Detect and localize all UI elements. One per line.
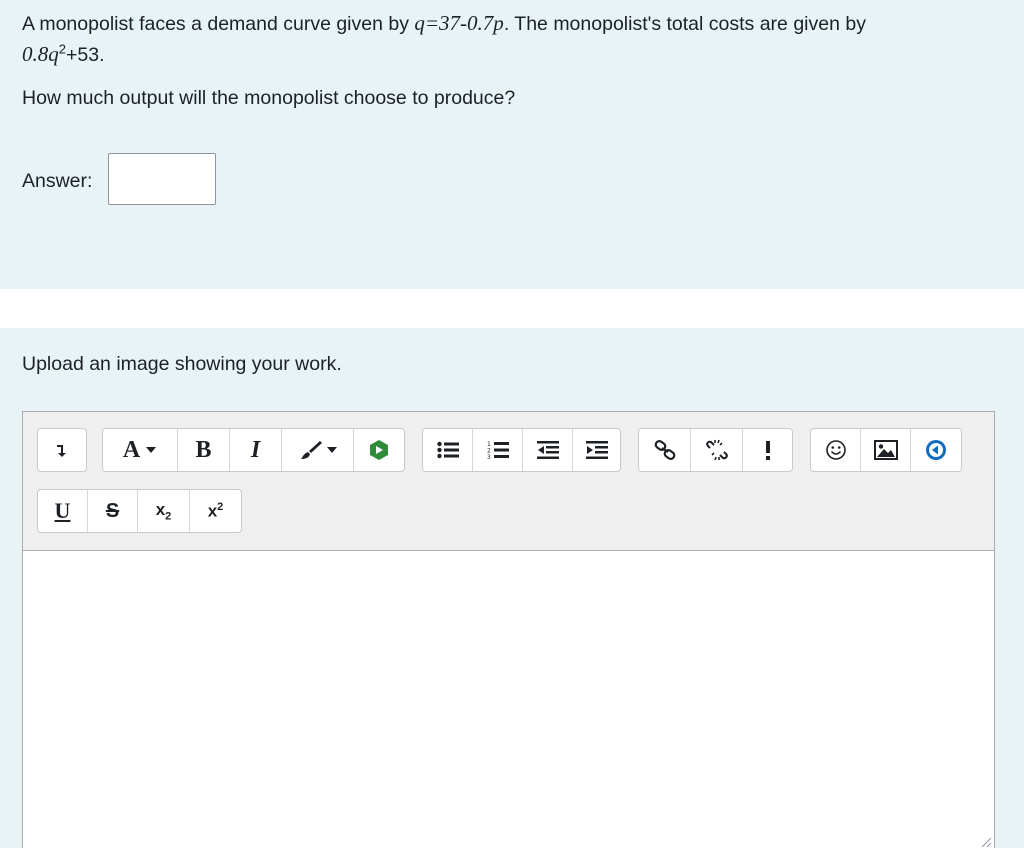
superscript-icon-base: x bbox=[207, 501, 218, 521]
toolbar-group-links bbox=[638, 428, 793, 472]
cost-equation-exponent: 2 bbox=[58, 41, 66, 57]
question-text-part: . bbox=[99, 44, 105, 66]
collapse-toggle-icon bbox=[55, 442, 69, 458]
record-audio-icon bbox=[924, 438, 948, 462]
superscript-button[interactable]: x2 bbox=[190, 490, 241, 532]
upload-prompt: Upload an image showing your work. bbox=[22, 353, 342, 375]
question-block: A monopolist faces a demand curve given … bbox=[0, 0, 1024, 289]
toolbar-group-style: A B I bbox=[102, 428, 405, 472]
bold-button[interactable]: B bbox=[178, 429, 230, 471]
chevron-down-icon bbox=[146, 447, 157, 453]
demand-equation: q=37-0.7p bbox=[414, 11, 504, 35]
ordered-list-icon: 123 bbox=[487, 440, 509, 460]
unordered-list-icon bbox=[436, 441, 459, 459]
unlink-button[interactable] bbox=[691, 429, 743, 471]
outdent-icon bbox=[536, 441, 559, 459]
toolbar-group-lists: 123 bbox=[422, 428, 621, 472]
subscript-icon-index: 2 bbox=[165, 510, 172, 523]
toolbar-group-collapse bbox=[37, 428, 87, 472]
unlink-icon bbox=[705, 439, 729, 461]
answer-label: Answer: bbox=[22, 170, 93, 192]
media-icon bbox=[368, 439, 390, 461]
exclamation-icon bbox=[764, 440, 772, 460]
unordered-list-button[interactable] bbox=[423, 429, 473, 471]
media-button[interactable] bbox=[354, 429, 404, 471]
superscript-icon: x2 bbox=[208, 501, 224, 522]
question-text-part: . The monopolist's total costs are given… bbox=[503, 13, 866, 35]
bold-icon: B bbox=[195, 436, 212, 463]
underline-icon: U bbox=[54, 498, 71, 523]
underline-button[interactable]: U bbox=[38, 490, 88, 532]
collapse-toggle-button[interactable] bbox=[38, 429, 86, 471]
chevron-down-icon bbox=[326, 447, 337, 453]
italic-icon: I bbox=[250, 436, 261, 463]
outdent-button[interactable] bbox=[523, 429, 573, 471]
indent-button[interactable] bbox=[573, 429, 620, 471]
rich-text-editor: A B I 1 2 3 U S x2 x2 bbox=[22, 411, 995, 849]
toolbar-group-insert bbox=[810, 428, 962, 472]
font-color-button[interactable]: A bbox=[103, 429, 178, 471]
highlight-brush-icon bbox=[298, 439, 324, 461]
subscript-button[interactable]: x2 bbox=[138, 490, 190, 532]
strikethrough-icon: S bbox=[105, 499, 120, 522]
subscript-icon: x2 bbox=[156, 500, 172, 522]
emoji-button[interactable] bbox=[811, 429, 861, 471]
image-icon bbox=[873, 440, 898, 460]
subscript-icon-base: x bbox=[155, 499, 166, 519]
link-button[interactable] bbox=[639, 429, 691, 471]
toolbar-group-format: U S x2 x2 bbox=[37, 489, 242, 533]
font-color-icon: A bbox=[122, 436, 141, 463]
link-icon bbox=[654, 440, 676, 460]
italic-button[interactable]: I bbox=[230, 429, 282, 471]
question-text: A monopolist faces a demand curve given … bbox=[22, 8, 1002, 70]
resize-handle-icon[interactable] bbox=[980, 836, 992, 848]
superscript-icon-index: 2 bbox=[217, 500, 224, 513]
emoji-icon bbox=[825, 439, 847, 461]
ordered-list-button[interactable]: 123 bbox=[473, 429, 523, 471]
editor-content-area[interactable] bbox=[23, 551, 994, 849]
svg-text:3: 3 bbox=[487, 454, 491, 460]
highlight-button[interactable] bbox=[282, 429, 354, 471]
record-audio-button[interactable] bbox=[911, 429, 961, 471]
question-prompt: How much output will the monopolist choo… bbox=[22, 87, 516, 109]
indent-icon bbox=[585, 441, 608, 459]
image-button[interactable] bbox=[861, 429, 911, 471]
upload-block: Upload an image showing your work. A B I… bbox=[0, 328, 1024, 849]
strikethrough-button[interactable]: S bbox=[88, 490, 138, 532]
exclamation-button[interactable] bbox=[743, 429, 792, 471]
question-text-part: A monopolist faces a demand curve given … bbox=[22, 13, 415, 35]
cost-equation-rest: +53 bbox=[65, 44, 100, 66]
cost-equation-base: 0.8q bbox=[22, 42, 59, 66]
answer-input[interactable] bbox=[108, 153, 216, 205]
editor-toolbar: A B I 1 2 3 U S x2 x2 bbox=[23, 412, 994, 551]
